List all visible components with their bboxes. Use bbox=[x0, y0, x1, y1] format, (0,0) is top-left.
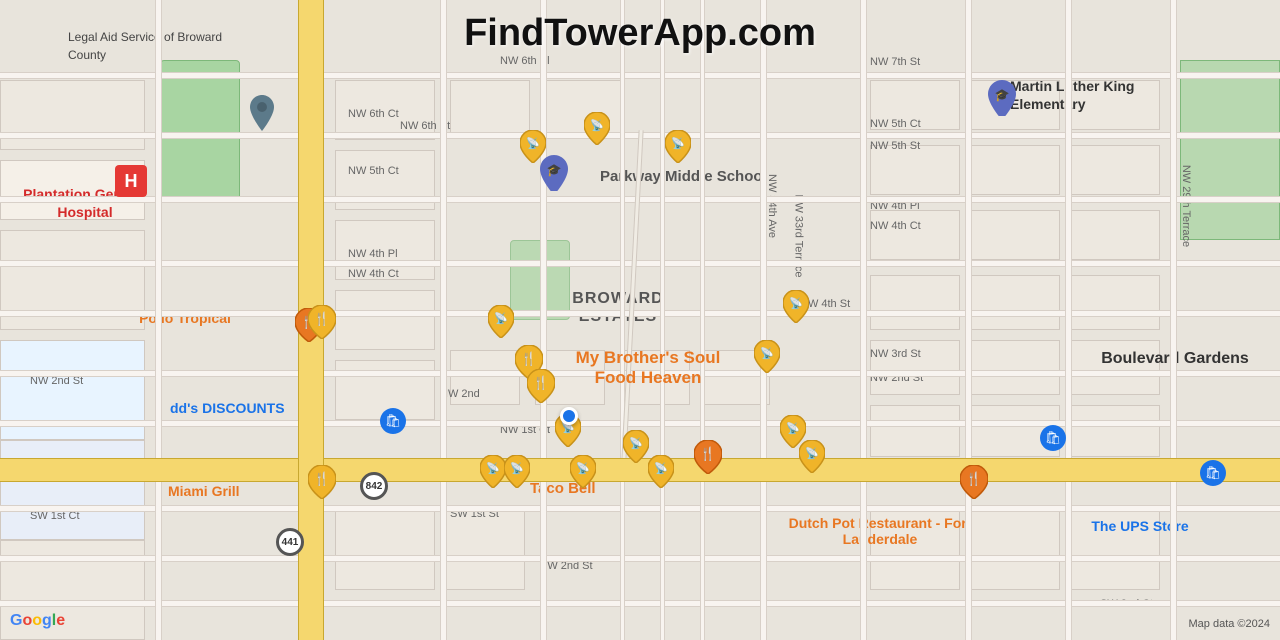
svg-text:🍴: 🍴 bbox=[533, 375, 549, 391]
miami-grill-pin[interactable]: 🍴 bbox=[308, 465, 336, 504]
svg-text:📡: 📡 bbox=[671, 136, 685, 150]
hospital-icon: H bbox=[115, 165, 147, 197]
nw34th-ave-label: NW 34th Ave bbox=[766, 174, 778, 238]
nw7th-st-label: NW 7th St bbox=[870, 56, 920, 68]
nw4th-ct-label: NW 4th Ct bbox=[348, 268, 399, 280]
tower-pin-11[interactable]: 📡 bbox=[570, 455, 596, 493]
legal-aid-pin[interactable] bbox=[250, 95, 274, 136]
svg-text:🍴: 🍴 bbox=[521, 351, 537, 367]
tower-pin-5[interactable]: 📡 bbox=[783, 290, 809, 328]
tower-pin-2[interactable]: 📡 bbox=[520, 130, 546, 168]
mlk-pin[interactable]: 🎓 bbox=[988, 80, 1016, 121]
restaurant-food-pin[interactable]: 🍴 bbox=[308, 305, 336, 344]
svg-text:📡: 📡 bbox=[805, 446, 819, 460]
tower-pin-3[interactable]: 📡 bbox=[665, 130, 691, 168]
miami-grill-label: Miami Grill bbox=[168, 483, 240, 499]
svg-text:📡: 📡 bbox=[590, 118, 604, 132]
tower-pin-12[interactable]: 📡 bbox=[648, 455, 674, 493]
svg-text:📡: 📡 bbox=[654, 461, 668, 475]
tower-pin-1[interactable]: 📡 bbox=[584, 112, 610, 150]
broward-estates-label: BROWARD ESTATES bbox=[548, 290, 688, 326]
svg-text:📡: 📡 bbox=[494, 311, 508, 325]
blue-dot-1 bbox=[560, 407, 578, 425]
svg-text:🍴: 🍴 bbox=[314, 471, 330, 487]
dutch-pot-label: Dutch Pot Restaurant - Fort Lauderdale bbox=[760, 515, 1000, 547]
tower-pin-4[interactable]: 📡 bbox=[488, 305, 514, 343]
svg-text:📡: 📡 bbox=[789, 296, 803, 310]
tower-pin-10[interactable]: 📡 bbox=[504, 455, 530, 493]
hwy-441-marker: 441 bbox=[276, 528, 304, 556]
tower-pin-9[interactable]: 📡 bbox=[480, 455, 506, 493]
legal-aid-label: Legal Aid Service of Broward County bbox=[68, 28, 228, 64]
google-logo: Google bbox=[10, 612, 65, 630]
map-copyright: Map data ©2024 bbox=[1189, 618, 1271, 630]
nw4th-ct-r-label: NW 4th Ct bbox=[870, 220, 921, 232]
ups-store-pin[interactable]: 🛍 bbox=[1040, 425, 1066, 451]
nw4th-pl-label: NW 4th Pl bbox=[348, 248, 398, 260]
nw6th-ct-label: NW 6th Ct bbox=[348, 108, 399, 120]
svg-text:📡: 📡 bbox=[576, 461, 590, 475]
svg-text:📡: 📡 bbox=[629, 436, 643, 450]
svg-text:🍴: 🍴 bbox=[314, 311, 330, 327]
svg-text:🍴: 🍴 bbox=[700, 446, 716, 462]
nw5th-st-r-label: NW 5th St bbox=[870, 140, 920, 152]
nw3rd-st-label: NW 3rd St bbox=[870, 348, 921, 360]
nw29th-terrace-label: NW 29th Terrace bbox=[1180, 165, 1192, 247]
ups-store-label: The UPS Store bbox=[1060, 518, 1220, 534]
dd-discounts-pin[interactable]: 🛍 bbox=[380, 408, 406, 434]
map-container[interactable]: FindTowerApp.com Legal Aid Service of Br… bbox=[0, 0, 1280, 640]
tower-pin-6[interactable]: 📡 bbox=[754, 340, 780, 378]
dd-discounts-label: dd's DISCOUNTS bbox=[170, 400, 285, 416]
hwy-842-marker: 842 bbox=[360, 472, 388, 500]
restaurant-label: My Brother's Soul Food Heaven bbox=[528, 348, 768, 389]
food-pin-right[interactable]: 🍴 bbox=[960, 465, 988, 504]
svg-text:📡: 📡 bbox=[510, 461, 524, 475]
tower-pin-8[interactable]: 📡 bbox=[623, 430, 649, 468]
svg-text:🎓: 🎓 bbox=[547, 163, 562, 177]
svg-text:📡: 📡 bbox=[786, 421, 800, 435]
nw5th-ct-label: NW 5th Ct bbox=[348, 165, 399, 177]
svg-text:🍴: 🍴 bbox=[966, 471, 982, 487]
svg-text:🎓: 🎓 bbox=[995, 88, 1010, 102]
nw5th-ct-r-label: NW 5th Ct bbox=[870, 118, 921, 130]
svg-text:📡: 📡 bbox=[760, 346, 774, 360]
tower-pin-14[interactable]: 📡 bbox=[799, 440, 825, 478]
soul-food-pin-2[interactable]: 🍴 bbox=[527, 369, 555, 408]
map-title: FindTowerApp.com bbox=[464, 12, 816, 55]
dutch-pot-pin[interactable]: 🍴 bbox=[694, 440, 722, 479]
svg-text:📡: 📡 bbox=[526, 136, 540, 150]
svg-text:📡: 📡 bbox=[486, 461, 500, 475]
shop-pin-right[interactable]: 🛍 bbox=[1200, 460, 1226, 486]
